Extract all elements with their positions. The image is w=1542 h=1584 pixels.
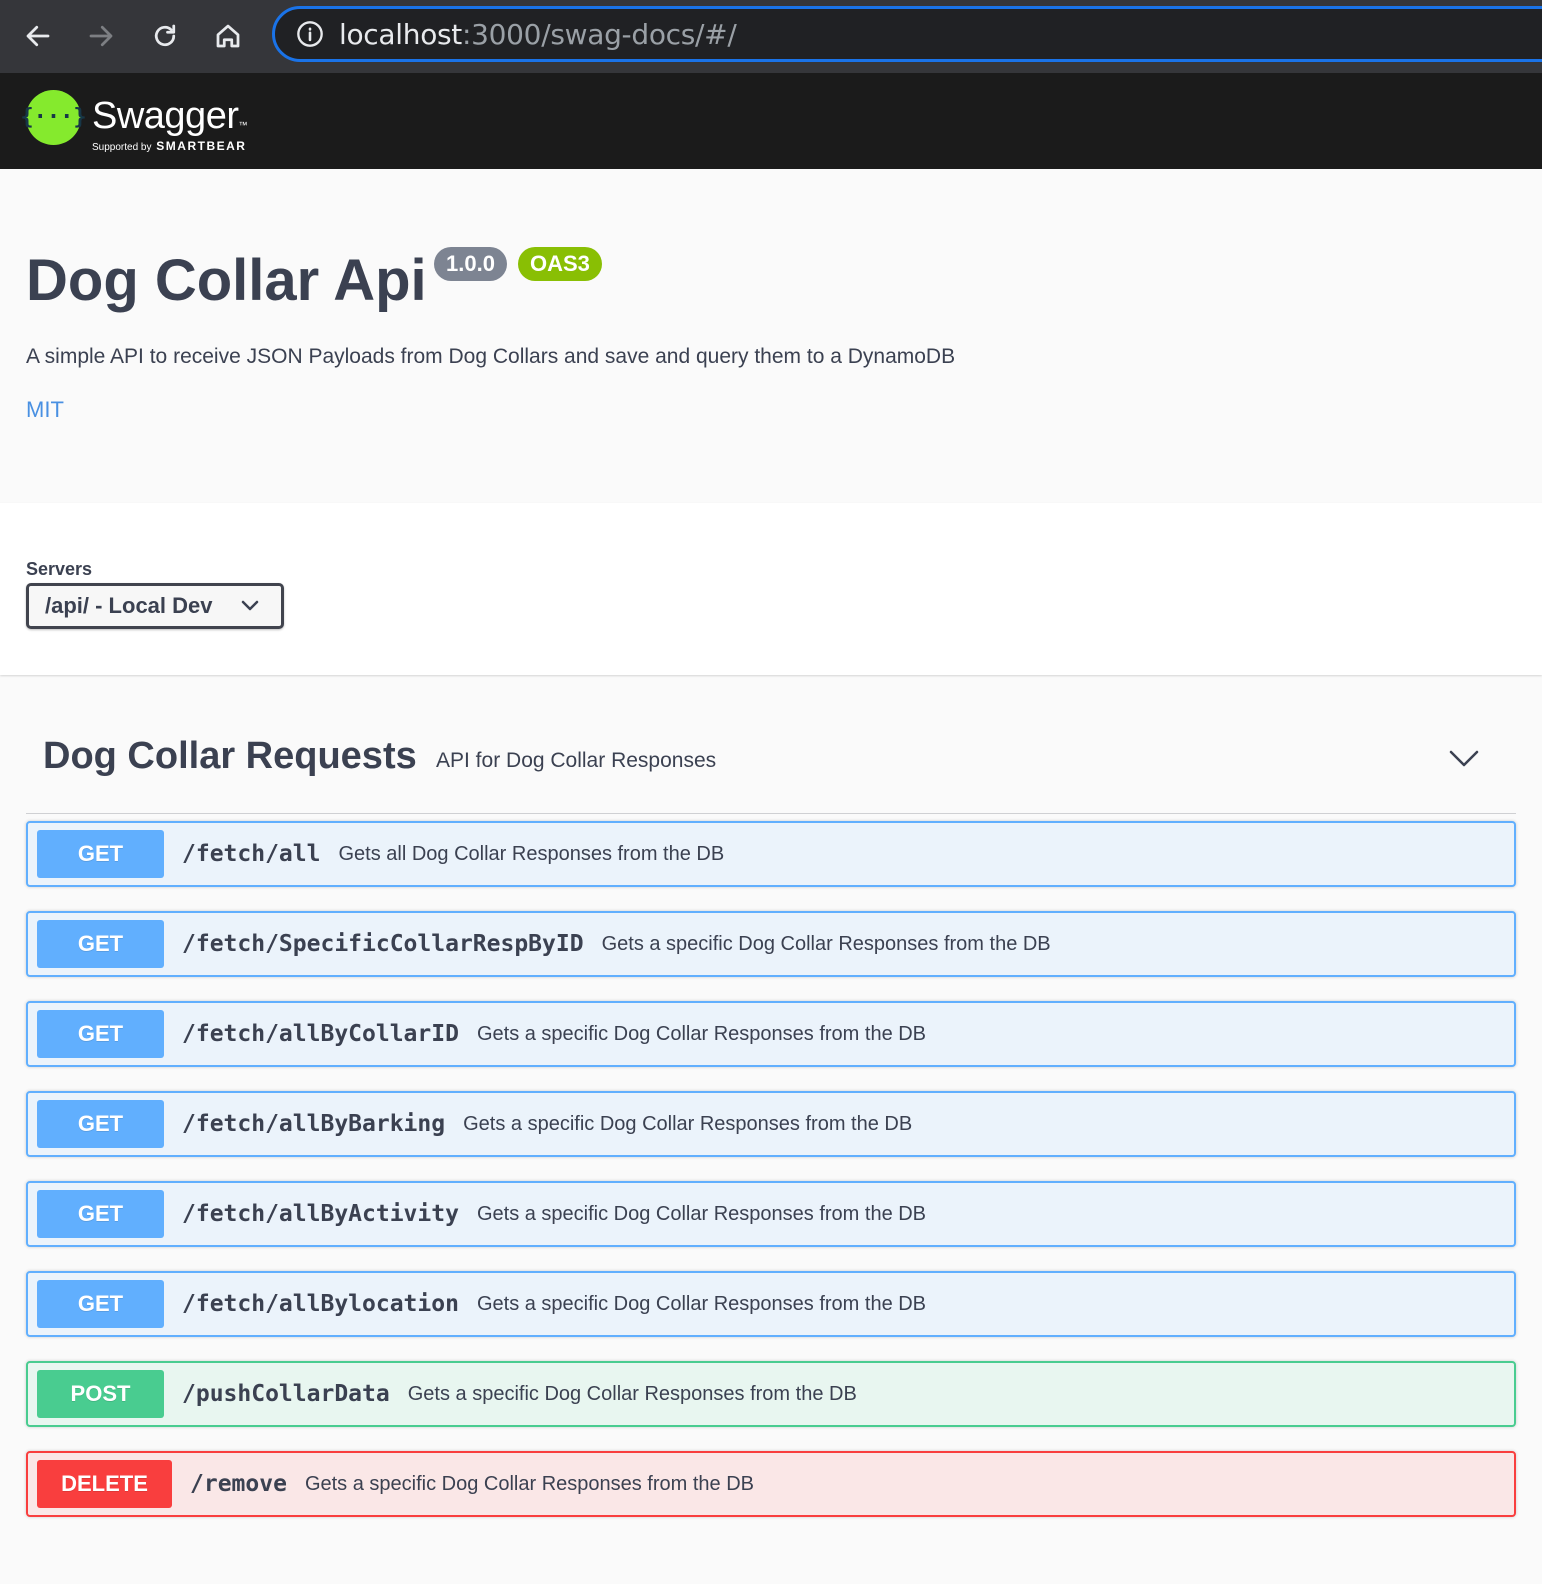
operation-path: /fetch/allByCollarID [182,1021,459,1047]
tag-header[interactable]: Dog Collar Requests API for Dog Collar R… [26,735,1516,814]
method-badge: POST [37,1370,164,1418]
operation-delete-remove[interactable]: DELETE /remove Gets a specific Dog Colla… [26,1451,1516,1517]
operation-get-fetch-all-by-location[interactable]: GET /fetch/allBylocation Gets a specific… [26,1271,1516,1337]
operation-summary: Gets all Dog Collar Responses from the D… [338,842,725,865]
tag-description: API for Dog Collar Responses [436,749,717,772]
logo-tm: ™ [238,120,247,130]
servers-label: Servers [26,559,93,579]
operation-get-fetch-specific-collar-resp-by-id[interactable]: GET /fetch/SpecificCollarRespByID Gets a… [26,911,1516,977]
operation-get-fetch-all-by-activity[interactable]: GET /fetch/allByActivity Gets a specific… [26,1181,1516,1247]
method-badge: GET [37,1190,164,1238]
logo-supported-text: Supported by [92,142,152,153]
servers-section: Servers /api/ - Local Dev [0,503,1542,675]
operation-summary: Gets a specific Dog Collar Responses fro… [463,1112,913,1135]
swagger-topbar: {···} Swagger™ [0,73,1542,169]
url-host: localhost [339,17,462,51]
operation-path: /remove [190,1471,287,1497]
operation-path: /fetch/SpecificCollarRespByID [182,931,584,957]
api-description: A simple API to receive JSON Payloads fr… [26,345,956,368]
reload-icon[interactable] [143,14,187,58]
api-info: Dog Collar Api 1.0.0 OAS3 A simple API t… [0,169,1542,503]
operation-path: /pushCollarData [182,1381,390,1407]
chevron-down-icon [241,600,259,611]
method-badge: GET [37,830,164,878]
operation-summary: Gets a specific Dog Collar Responses fro… [407,1382,857,1405]
operation-path: /fetch/allByActivity [182,1201,459,1227]
address-bar[interactable]: localhost:3000/swag-docs/#/ [272,6,1542,62]
method-badge: GET [37,1280,164,1328]
operation-get-fetch-all[interactable]: GET /fetch/all Gets all Dog Collar Respo… [26,821,1516,887]
operation-path: /fetch/all [182,841,321,867]
home-icon[interactable] [206,14,250,58]
server-select-value: /api/ - Local Dev [45,593,213,618]
version-badge: 1.0.0 [434,247,507,281]
method-badge: GET [37,920,164,968]
api-title: Dog Collar Api [26,248,427,313]
operation-summary: Gets a specific Dog Collar Responses fro… [601,932,1051,955]
chevron-down-icon[interactable] [1448,747,1480,771]
operation-summary: Gets a specific Dog Collar Responses fro… [476,1202,927,1225]
method-badge: GET [37,1100,164,1148]
tag-name: Dog Collar Requests [43,735,417,777]
oas-badge: OAS3 [518,247,602,281]
operation-path: /fetch/allByBarking [182,1111,446,1137]
operation-summary: Gets a specific Dog Collar Responses fro… [304,1472,755,1495]
swagger-logo-icon[interactable]: {···} [20,90,87,145]
operation-path: /fetch/allBylocation [182,1291,459,1317]
forward-icon[interactable] [79,14,123,58]
swagger-logo-text[interactable]: Swagger™ [92,95,247,138]
license-link[interactable]: MIT [26,397,64,423]
method-badge: DELETE [37,1460,172,1508]
logo-word: Swagger [92,95,239,137]
operation-summary: Gets a specific Dog Collar Responses fro… [476,1022,927,1045]
server-select[interactable]: /api/ - Local Dev [26,583,284,629]
operation-summary: Gets a specific Dog Collar Responses fro… [476,1292,927,1315]
operation-get-fetch-all-by-collar-id[interactable]: GET /fetch/allByCollarID Gets a specific… [26,1001,1516,1067]
browser-toolbar: localhost:3000/swag-docs/#/ [0,0,1542,73]
logo-supported-by: Supported by SMARTBEAR [92,139,246,153]
info-icon[interactable] [295,19,325,49]
operation-post-push-collar-data[interactable]: POST /pushCollarData Gets a specific Dog… [26,1361,1516,1427]
operation-get-fetch-all-by-barking[interactable]: GET /fetch/allByBarking Gets a specific … [26,1091,1516,1157]
url-text: localhost:3000/swag-docs/#/ [339,17,737,51]
logo-smartbear: SMARTBEAR [156,139,247,153]
back-icon[interactable] [16,14,60,58]
url-rest: :3000/swag-docs/#/ [462,17,737,51]
method-badge: GET [37,1010,164,1058]
